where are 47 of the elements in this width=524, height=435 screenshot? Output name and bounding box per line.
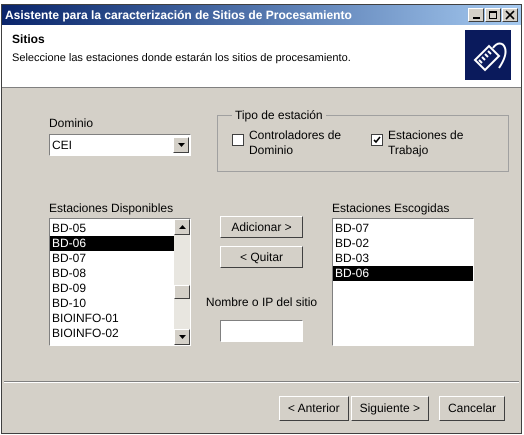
add-button[interactable]: Adicionar > (220, 216, 303, 238)
close-icon (505, 10, 515, 20)
scroll-thumb[interactable] (174, 285, 190, 299)
list-item[interactable]: BD-05 (50, 221, 174, 236)
wizard-button[interactable]: Siguiente > (350, 396, 429, 420)
list-item[interactable]: BD-03 (333, 251, 473, 266)
domain-dropdown[interactable]: CEI (49, 134, 191, 156)
scroll-up-button[interactable] (174, 219, 190, 235)
site-name-label: Nombre o IP del sitio (206, 294, 318, 311)
list-label: Estaciones Escogidas (332, 200, 450, 217)
maximize-icon (488, 10, 498, 20)
list-item[interactable]: BD-06 (50, 236, 174, 251)
list-item[interactable]: BD-10 (50, 296, 174, 311)
down-arrow-icon (178, 143, 184, 147)
maximize-button[interactable] (485, 8, 501, 22)
up-arrow-icon (178, 225, 186, 229)
list-item[interactable]: BD-09 (50, 281, 174, 296)
scrollbar[interactable] (174, 219, 190, 345)
checkbox-label: Controladores de Dominio (249, 128, 342, 158)
list-item[interactable]: BD-02 (333, 236, 473, 251)
dropdown-arrow-button[interactable] (173, 137, 189, 153)
domain-label: Dominio (49, 115, 94, 132)
list-item[interactable]: BD-07 (50, 251, 174, 266)
minimize-icon (472, 17, 480, 19)
group-legend: Tipo de estación (232, 106, 326, 124)
checkbox[interactable] (371, 134, 383, 146)
list-item[interactable]: BD-08 (50, 266, 174, 281)
dropdown-arrow-button[interactable] (174, 329, 190, 345)
list-item[interactable]: BIOINFO-01 (50, 311, 174, 326)
checkbox-label: Estaciones de Trabajo (388, 128, 464, 158)
close-button[interactable] (502, 8, 518, 22)
list-item[interactable]: BD-07 (333, 221, 473, 236)
checkbox[interactable] (232, 134, 244, 146)
header-subtitle: Seleccione las estaciones donde estarán los sitios de procesamiento. (12, 51, 351, 66)
header-title: Sitios (12, 31, 46, 48)
list-label: Estaciones Disponibles (49, 200, 174, 217)
remove-button[interactable]: < Quitar (220, 246, 303, 268)
list-item[interactable]: BIOINFO-02 (50, 326, 174, 341)
minimize-button[interactable] (468, 8, 484, 22)
site-name-field[interactable] (220, 320, 303, 342)
network-plug-icon (465, 30, 511, 80)
wizard-button[interactable]: Cancelar (439, 396, 505, 420)
wizard-button[interactable]: < Anterior (278, 396, 349, 420)
check-icon (373, 136, 381, 144)
window-title: Asistente para la caracterización de Sitios de Procesamiento (5, 7, 352, 24)
down-arrow-icon (178, 335, 186, 339)
list-item[interactable]: BD-06 (333, 266, 473, 281)
